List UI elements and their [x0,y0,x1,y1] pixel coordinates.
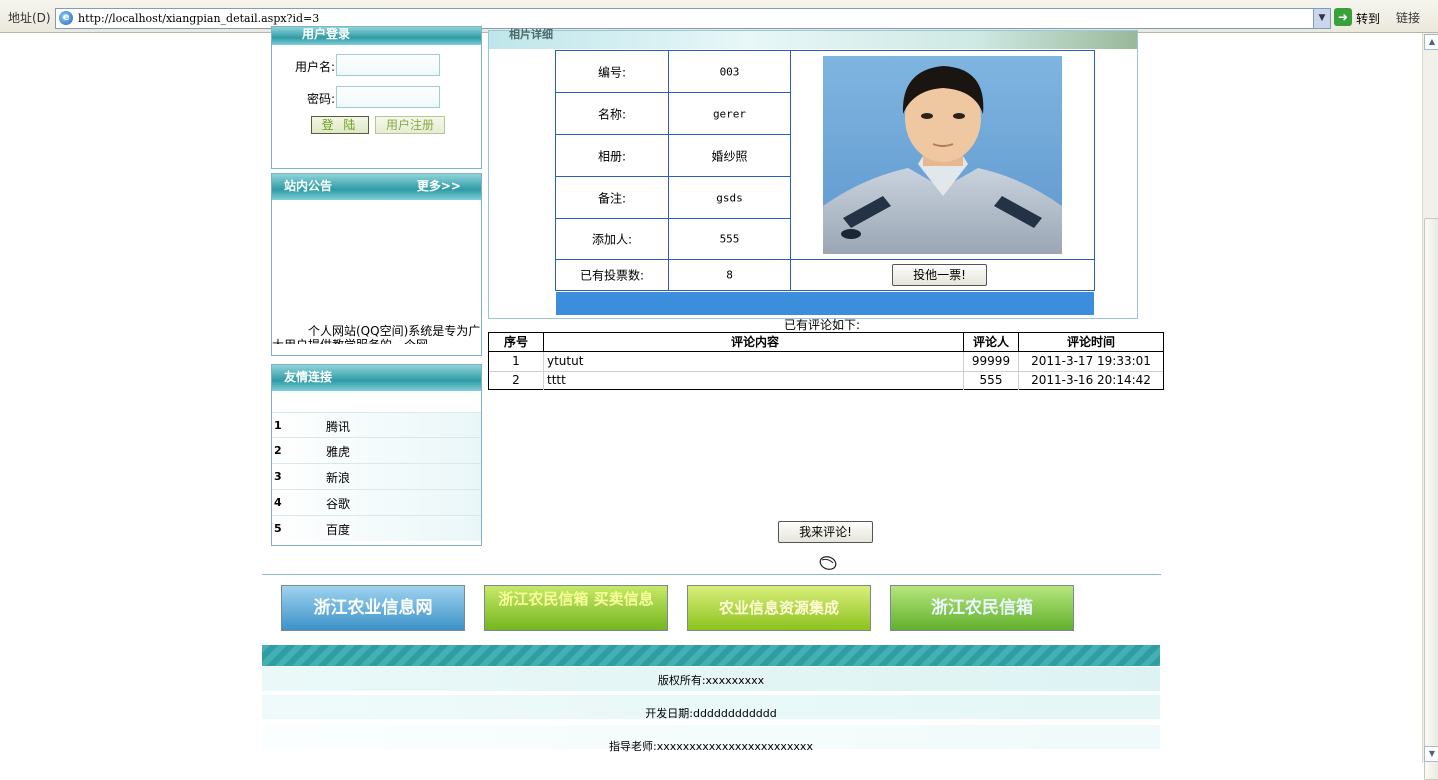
go-label: 转到 [1356,12,1381,26]
comments-table: 序号 评论内容 评论人 评论时间 1 ytutut 99999 2011-3-1… [488,332,1164,390]
blue-divider-bar [556,292,1094,315]
teacher-text: 指导老师:xxxxxxxxxxxxxxxxxxxxxxxx [609,740,813,753]
cell-content: ytutut [544,352,964,371]
banner-text: 农业信息资源集成 [718,599,839,617]
scroll-thumb[interactable] [1424,218,1438,780]
portrait-image [823,56,1062,254]
footer-pattern-strip [262,645,1160,666]
header-content: 评论内容 [544,333,964,351]
adder-value-cell: 555 [668,218,791,260]
banner-link-agri-info[interactable]: 浙江农业信息网 [281,585,465,631]
add-comment-button[interactable]: 我来评论! [778,521,873,543]
votes-label-cell: 已有投票数: [555,259,669,291]
notice-body: 个人网站(QQ空间)系统是专为广大用户提供教学服务的一个网 [272,324,481,344]
friend-links-title: 友情连接 [272,365,481,391]
link-number: 2 [274,444,282,457]
notice-title: 站内公告 [284,179,333,193]
header-time: 评论时间 [1066,335,1115,349]
arrow-right-icon: ➜ [1334,8,1352,26]
cell-content: tttt [544,371,964,390]
password-label: 密码: [306,92,335,106]
chevron-down-icon[interactable]: ▼ [1313,9,1330,28]
link-name[interactable]: 腾讯 [326,418,350,435]
notice-panel: 站内公告 更多>> 个人网站(QQ空间)系统是专为广大用户提供教学服务的一个网 [271,173,482,356]
address-label: 地址(D) [8,11,51,25]
copyright-text: 版权所有:xxxxxxxxx [657,674,765,687]
link-number: 5 [274,522,282,535]
name-label-cell: 名称: [555,92,669,135]
cell-index: 2 [489,371,544,390]
address-bar: 地址(D) e http://localhost/xiangpian_detai… [0,0,1438,33]
username-row: 用户名: [272,54,481,76]
album-value-cell: 婚纱照 [668,134,791,177]
detail-banner: 相片详细 [489,28,1137,49]
person-photo [823,56,1062,254]
link-name[interactable]: 谷歌 [326,495,350,512]
cell-index: 1 [489,352,544,371]
scroll-down-icon[interactable]: ▼ [1424,746,1438,762]
login-panel: 用户登录 用户名: 密码: 登 陆 用户注册 [271,26,482,169]
scroll-up-icon[interactable]: ▲ [1424,34,1438,50]
remark-label-cell: 备注: [555,176,669,219]
table-row: 1 ytutut 99999 2011-3-17 19:33:01 [489,352,1163,372]
id-value-cell: 003 [668,50,791,93]
banner-text: 浙江农民信箱 买卖信息 [498,590,654,608]
link-name[interactable]: 雅虎 [326,443,350,460]
ie-page-icon: e [59,11,73,25]
notice-header: 站内公告 更多>> [272,174,481,200]
link-item[interactable]: 3 新浪 [272,463,481,489]
id-label-cell: 编号: [555,50,669,93]
username-input[interactable] [336,54,440,76]
address-input[interactable]: e http://localhost/xiangpian_detail.aspx… [55,8,1331,29]
cell-author: 555 [964,371,1019,390]
url-text[interactable]: http://localhost/xiangpian_detail.aspx?i… [78,12,319,25]
link-item[interactable]: 1 腾讯 [272,412,481,438]
register-button[interactable]: 用户注册 [375,116,445,134]
cell-author: 99999 [964,352,1019,371]
links-button[interactable]: 链接 [1396,9,1420,26]
link-item[interactable]: 5 百度 [272,515,481,541]
dev-date-text: 开发日期:dddddddddddd [645,707,777,720]
vote-button[interactable]: 投他一票! [892,264,987,286]
cell-time: 2011-3-16 20:14:42 [1031,373,1151,387]
vertical-scrollbar[interactable]: ▲ ▼ [1422,33,1438,780]
adder-label-cell: 添加人: [555,218,669,260]
link-number: 1 [274,419,282,432]
link-item[interactable]: 4 谷歌 [272,489,481,515]
banner-link-farmer-mailbox-trade[interactable]: 浙江农民信箱 买卖信息 [484,585,668,631]
link-number: 3 [274,470,282,483]
footer-separator [262,574,1161,575]
link-item[interactable]: 2 雅虎 [272,437,481,463]
header-author: 评论人 [964,333,1019,351]
notice-more-link[interactable]: 更多>> [417,174,461,198]
votes-value-cell: 8 [668,259,791,291]
cell-time: 2011-3-17 19:33:01 [1031,354,1151,368]
comments-title: 已有评论如下: [784,318,861,332]
login-title: 用户登录 [272,27,481,45]
header-index: 序号 [489,333,544,351]
login-button[interactable]: 登 陆 [311,116,369,134]
comments-header-row: 序号 评论内容 评论人 评论时间 [489,333,1163,352]
username-label: 用户名: [294,60,335,74]
album-label-cell: 相册: [555,134,669,177]
remark-value-cell: gsds [668,176,791,219]
table-row: 2 tttt 555 2011-3-16 20:14:42 [489,371,1163,390]
friend-links-panel: 友情连接 1 腾讯 2 雅虎 3 新浪 4 谷歌 5 百度 [271,364,482,546]
banner-text: 浙江农业信息网 [313,598,433,618]
password-row: 密码: [272,86,481,108]
banner-text: 浙江农民信箱 [931,598,1033,618]
go-button[interactable]: ➜ 转到 [1334,8,1394,27]
link-number: 4 [274,496,282,509]
hand-cursor-icon [819,556,837,570]
link-name[interactable]: 新浪 [326,469,350,486]
password-input[interactable] [336,86,440,108]
name-value-cell: gerer [668,92,791,135]
banner-link-farmer-mailbox[interactable]: 浙江农民信箱 [890,585,1074,631]
banner-link-resource-integration[interactable]: 农业信息资源集成 [687,585,871,631]
detail-section-title: 相片详细 [509,28,553,41]
link-name[interactable]: 百度 [326,521,350,538]
